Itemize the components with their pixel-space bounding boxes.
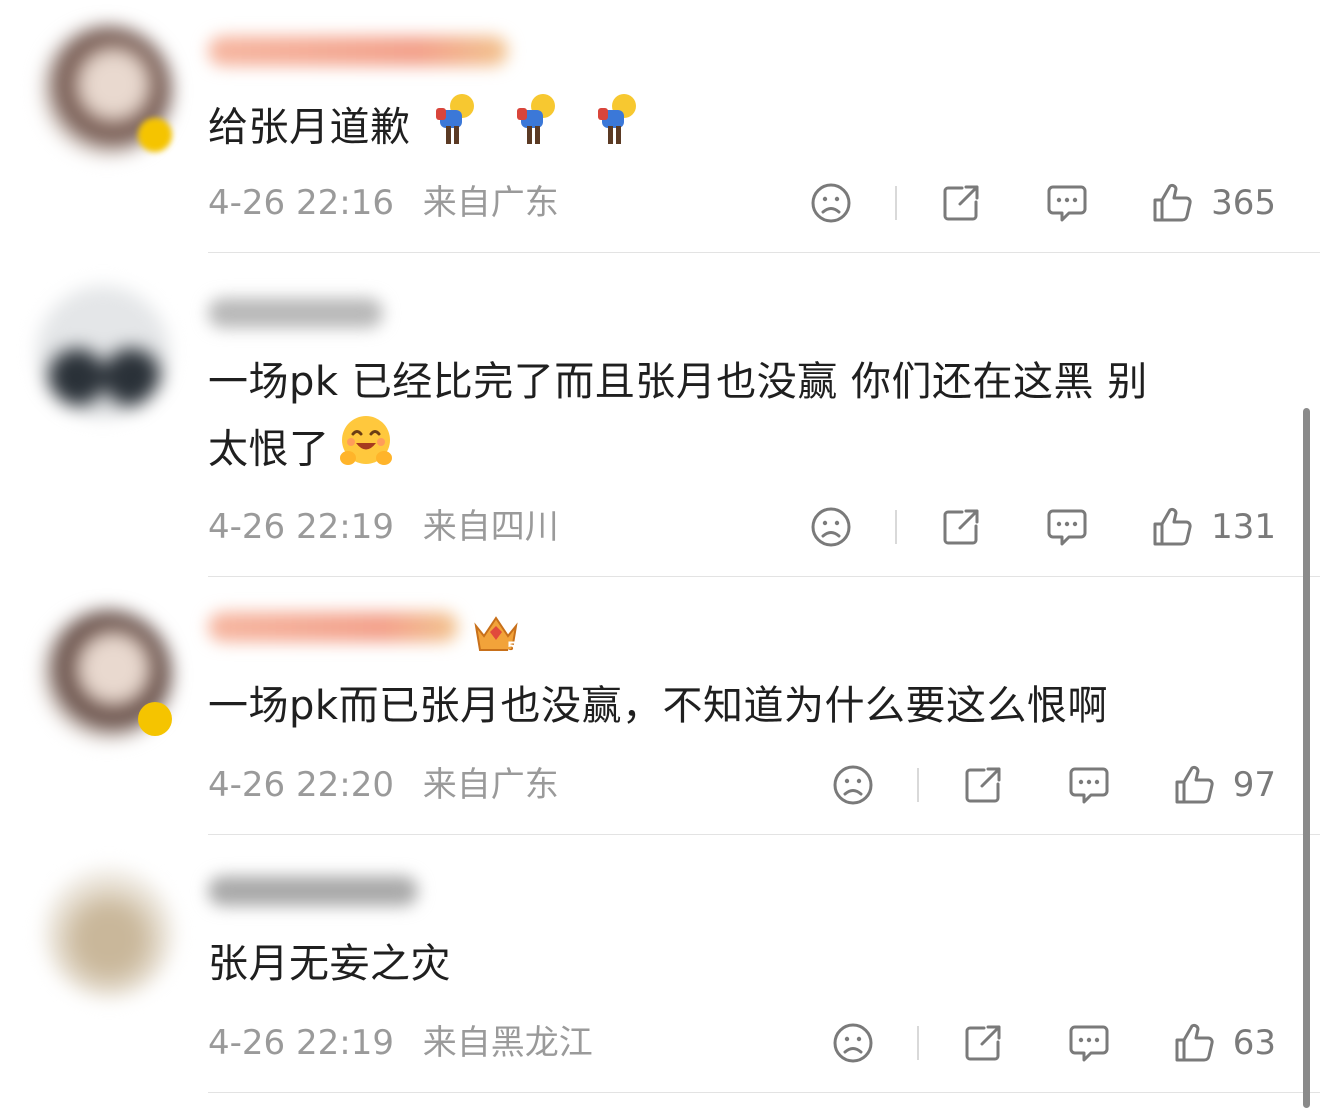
comment-date: 4-26 22:19 [208,507,394,547]
comment-location: 来自黑龙江 [422,1023,593,1063]
avatar[interactable] [38,286,168,416]
svg-text:5: 5 [507,640,517,656]
bowing-person-emoji-icon [432,92,478,167]
comment-actions: 97 [831,760,1276,810]
share-icon[interactable] [961,1021,1005,1065]
share-icon[interactable] [961,763,1005,807]
row-divider [208,1092,1320,1093]
like-count: 365 [1211,183,1276,223]
comment-text: 一场pk而已张月也没赢，不知道为什么要这么恨啊 [208,674,1268,738]
like-count: 97 [1232,765,1276,805]
sad-face-icon[interactable] [809,181,853,225]
comment-icon[interactable] [1045,505,1089,549]
username-blurred[interactable] [208,298,383,328]
row-divider [208,576,1320,577]
comment-date: 4-26 22:16 [208,183,394,223]
username-blurred[interactable] [208,612,458,642]
avatar[interactable] [44,868,174,998]
comment-text-content: 一场pk而已张月也没赢，不知道为什么要这么恨啊 [208,683,1109,729]
actions-divider [916,1026,919,1060]
share-icon[interactable] [939,181,983,225]
comment-text-line: 一场pk 已经比完了而且张月也没赢 你们还在这黑 别 [208,359,1148,405]
comment-meta: 4-26 22:19 来自黑龙江 [208,1018,593,1068]
vip-badge-icon [138,702,172,736]
comment-actions: 63 [831,1018,1276,1068]
comment-actions: 131 [809,502,1276,552]
hugging-face-emoji-icon [338,414,394,489]
like-count: 63 [1232,1023,1276,1063]
like-icon[interactable] [1151,181,1195,225]
comment-date: 4-26 22:20 [208,765,394,805]
crown-badge-icon: 5 [470,612,522,656]
sad-face-icon[interactable] [809,505,853,549]
comment-icon[interactable] [1045,181,1089,225]
comment-meta: 4-26 22:19 来自四川 [208,502,559,552]
scrollbar[interactable] [1303,408,1310,1108]
comment-actions: 365 [809,178,1276,228]
sad-face-icon[interactable] [831,763,875,807]
comment-text: 给张月道歉 [208,92,1268,167]
comment-text-content: 张月无妄之灾 [208,941,451,987]
comment-meta: 4-26 22:20 来自广东 [208,760,559,810]
like-icon[interactable] [1173,763,1217,807]
username-blurred[interactable] [208,876,418,906]
username-blurred[interactable] [208,36,508,66]
comment-text-content: 给张月道歉 [208,104,411,151]
sad-face-icon[interactable] [831,1021,875,1065]
like-count: 131 [1211,507,1276,547]
comment-text-line: 太恨了 [208,426,330,473]
actions-divider [895,186,898,220]
comment-location: 来自广东 [422,183,559,223]
actions-divider [916,768,919,802]
comment-icon[interactable] [1067,763,1111,807]
row-divider [208,834,1320,835]
row-divider [208,252,1320,253]
comment-date: 4-26 22:19 [208,1023,394,1063]
vip-badge-icon [138,118,172,152]
comment-location: 来自四川 [422,507,559,547]
comment-text: 张月无妄之灾 [208,932,1268,996]
like-icon[interactable] [1151,505,1195,549]
comment-meta: 4-26 22:16 来自广东 [208,178,559,228]
comment-location: 来自广东 [422,765,559,805]
like-icon[interactable] [1173,1021,1217,1065]
actions-divider [895,510,898,544]
comment-icon[interactable] [1067,1021,1111,1065]
bowing-person-emoji-icon [513,92,559,167]
comment-text: 一场pk 已经比完了而且张月也没赢 你们还在这黑 别 太恨了 [208,350,1268,489]
bowing-person-emoji-icon [594,92,640,167]
share-icon[interactable] [939,505,983,549]
